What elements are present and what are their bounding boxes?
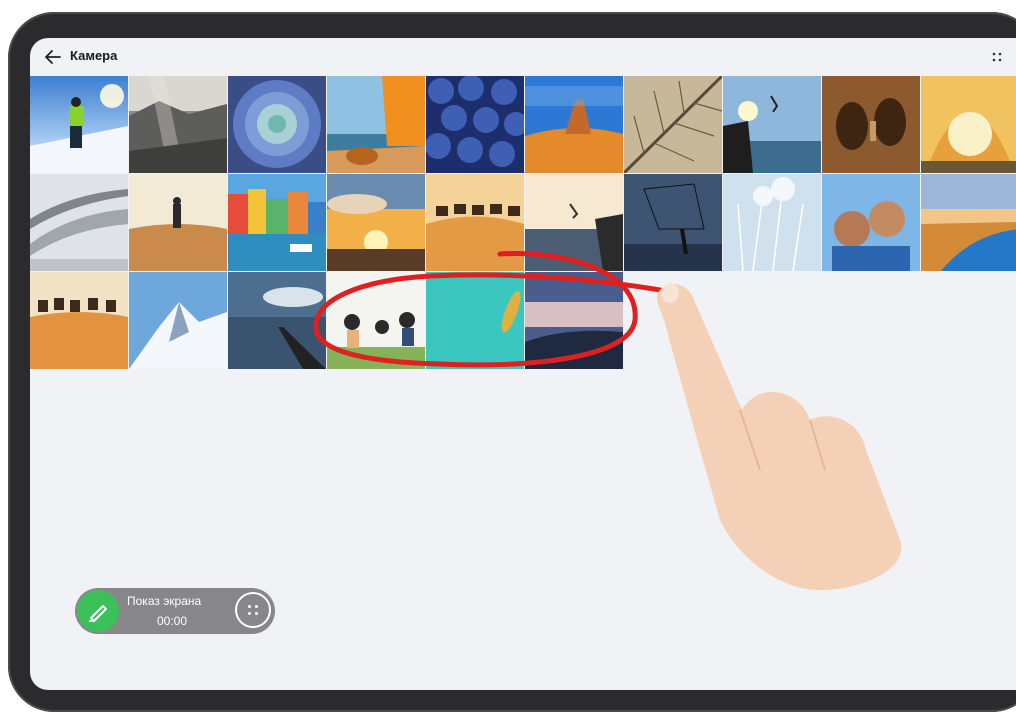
record-button[interactable] bbox=[77, 590, 119, 632]
photo-sea-diver[interactable] bbox=[525, 174, 623, 271]
photo-sea-pier[interactable] bbox=[228, 272, 326, 369]
screen-recorder-widget: Показ экрана 00:00 bbox=[75, 588, 275, 634]
arrow-left-icon[interactable] bbox=[42, 46, 64, 68]
photo-camel-caravan[interactable] bbox=[426, 174, 524, 271]
photo-tent-beach[interactable] bbox=[327, 76, 425, 173]
photo-coast-dusk[interactable] bbox=[525, 272, 623, 369]
more-dots-icon[interactable] bbox=[988, 48, 1006, 66]
photo-desert-rock[interactable] bbox=[525, 76, 623, 173]
pen-icon bbox=[89, 605, 107, 622]
photo-tent-sunset[interactable] bbox=[921, 76, 1016, 173]
photo-snowy-peak[interactable] bbox=[129, 272, 227, 369]
photo-skier[interactable] bbox=[30, 76, 128, 173]
photo-sunrays-mountains[interactable] bbox=[129, 76, 227, 173]
photo-grid bbox=[30, 76, 1016, 369]
photo-colorful-harbor[interactable] bbox=[228, 174, 326, 271]
photo-cliff-jump[interactable] bbox=[723, 76, 821, 173]
photo-lake-horizon[interactable] bbox=[921, 174, 1016, 271]
page-title: Камера bbox=[70, 48, 118, 63]
photo-camels-dunes[interactable] bbox=[30, 272, 128, 369]
photo-turquoise-sea-boat[interactable] bbox=[426, 272, 524, 369]
recorder-label: Показ экрана bbox=[127, 594, 202, 608]
photo-picnic-friends[interactable] bbox=[327, 272, 425, 369]
recorder-timer: 00:00 bbox=[157, 614, 188, 628]
photo-sunset-clouds[interactable] bbox=[327, 174, 425, 271]
photo-leaf-veins[interactable] bbox=[624, 76, 722, 173]
photo-shadow-wall[interactable] bbox=[822, 76, 920, 173]
photo-fisherman-net[interactable] bbox=[624, 174, 722, 271]
photo-succulent[interactable] bbox=[228, 76, 326, 173]
app-header: Камера bbox=[30, 38, 1016, 76]
recorder-more-button[interactable] bbox=[235, 592, 271, 628]
photo-desert-hiker[interactable] bbox=[129, 174, 227, 271]
photo-curved-architecture[interactable] bbox=[30, 174, 128, 271]
photo-dandelion[interactable] bbox=[723, 174, 821, 271]
photo-blueberries[interactable] bbox=[426, 76, 524, 173]
dots-grid-icon bbox=[247, 604, 259, 616]
photo-family-selfie[interactable] bbox=[822, 174, 920, 271]
